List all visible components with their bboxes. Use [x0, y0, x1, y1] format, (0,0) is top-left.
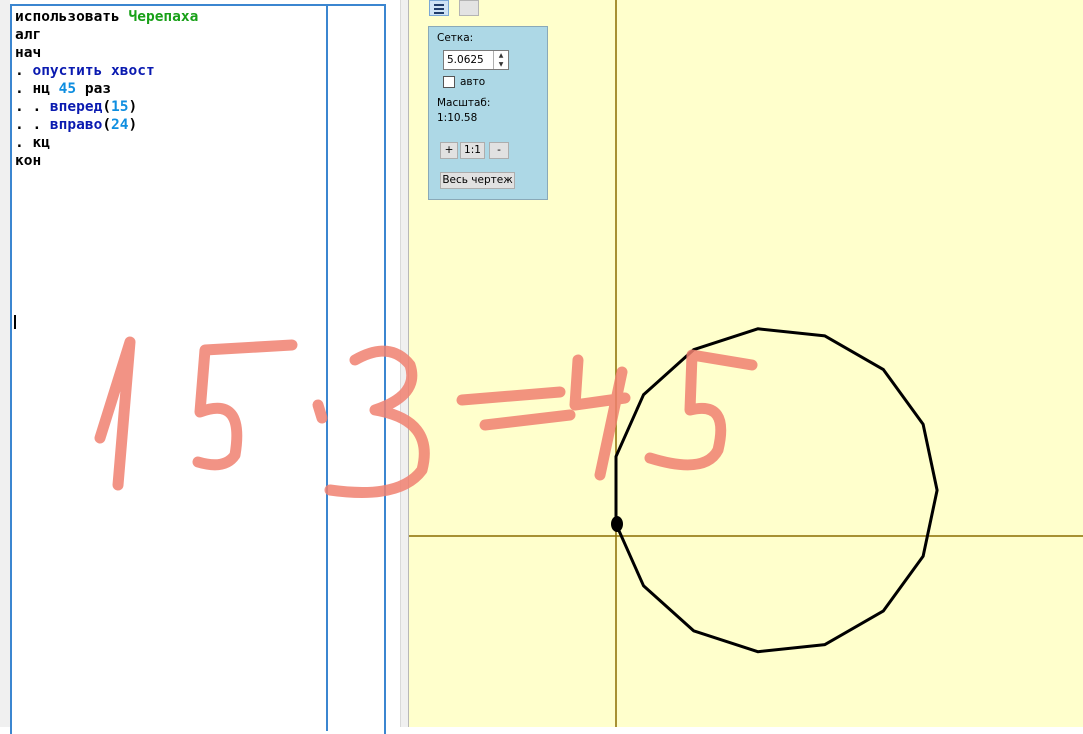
code-line[interactable]: кон — [15, 152, 198, 170]
scale-value: 1:10.58 — [437, 112, 478, 124]
code-token: 24 — [111, 117, 129, 133]
code-token: . . — [15, 99, 50, 115]
code-token: раз — [76, 81, 112, 97]
scale-label: Масштаб: — [437, 97, 491, 109]
code-token: ) — [128, 99, 138, 115]
zoom-reset-button[interactable]: 1:1 — [460, 142, 485, 159]
turtle-canvas[interactable]: Сетка: 5.0625 ▲ ▼ авто Масштаб: 1:10.58 … — [409, 0, 1083, 727]
code-line[interactable]: . нц 45 раз — [15, 80, 198, 98]
fit-all-button[interactable]: Весь чертеж — [440, 172, 515, 189]
code-token: . нц — [15, 81, 59, 97]
zoom-in-button[interactable]: + — [440, 142, 458, 159]
code-editor[interactable]: использовать Черепаха алг нач. опустить хв… — [0, 0, 400, 734]
code-token: использовать — [15, 9, 129, 25]
code-token: . кц — [15, 135, 50, 151]
code-line[interactable]: . опустить хвост — [15, 62, 198, 80]
code-line[interactable]: . . вправо(24) — [15, 116, 198, 134]
code-token: 15 — [111, 99, 129, 115]
grid-step-value[interactable]: 5.0625 — [447, 54, 484, 66]
editor-margin-line — [326, 4, 328, 731]
turtle-trace — [614, 327, 939, 654]
grid-label: Сетка: — [437, 32, 474, 44]
code-token: алг — [15, 27, 42, 43]
auto-grid-checkbox[interactable] — [443, 76, 455, 88]
zoom-out-button[interactable]: - — [489, 142, 509, 159]
code-token: 45 — [58, 81, 77, 97]
toolbar-button[interactable] — [459, 0, 479, 16]
text-cursor — [14, 315, 16, 329]
code-token: ) — [128, 117, 138, 133]
code-token: кон — [15, 153, 42, 169]
code-token: Черепаха — [128, 9, 199, 25]
code-token: ( — [102, 117, 112, 133]
code-line[interactable]: . . вперед(15) — [15, 98, 198, 116]
code-token: вперед — [49, 99, 103, 115]
auto-grid-label: авто — [460, 76, 486, 88]
code-token: опустить хвост — [32, 63, 155, 79]
grid-step-spinbox[interactable]: 5.0625 ▲ ▼ — [443, 50, 509, 70]
program-code[interactable]: использовать Черепаха алг нач. опустить хв… — [15, 8, 198, 170]
code-line[interactable]: . кц — [15, 134, 198, 152]
spin-down-icon[interactable]: ▼ — [494, 60, 508, 69]
code-token: . — [15, 63, 33, 79]
code-token: нач — [15, 45, 42, 61]
spin-up-icon[interactable]: ▲ — [494, 51, 508, 60]
pane-splitter[interactable] — [400, 0, 409, 727]
code-token: ( — [102, 99, 112, 115]
menu-button[interactable] — [429, 0, 449, 16]
grid-control-panel: Сетка: 5.0625 ▲ ▼ авто Масштаб: 1:10.58 … — [428, 26, 548, 200]
code-line[interactable]: нач — [15, 44, 198, 62]
code-token: вправо — [49, 117, 103, 133]
editor-gutter — [0, 0, 10, 727]
code-line[interactable]: алг — [15, 26, 198, 44]
code-token: . . — [15, 117, 50, 133]
code-line[interactable]: использовать Черепаха — [15, 8, 198, 26]
turtle-icon — [611, 516, 623, 532]
hamburger-menu-icon — [434, 4, 444, 6]
